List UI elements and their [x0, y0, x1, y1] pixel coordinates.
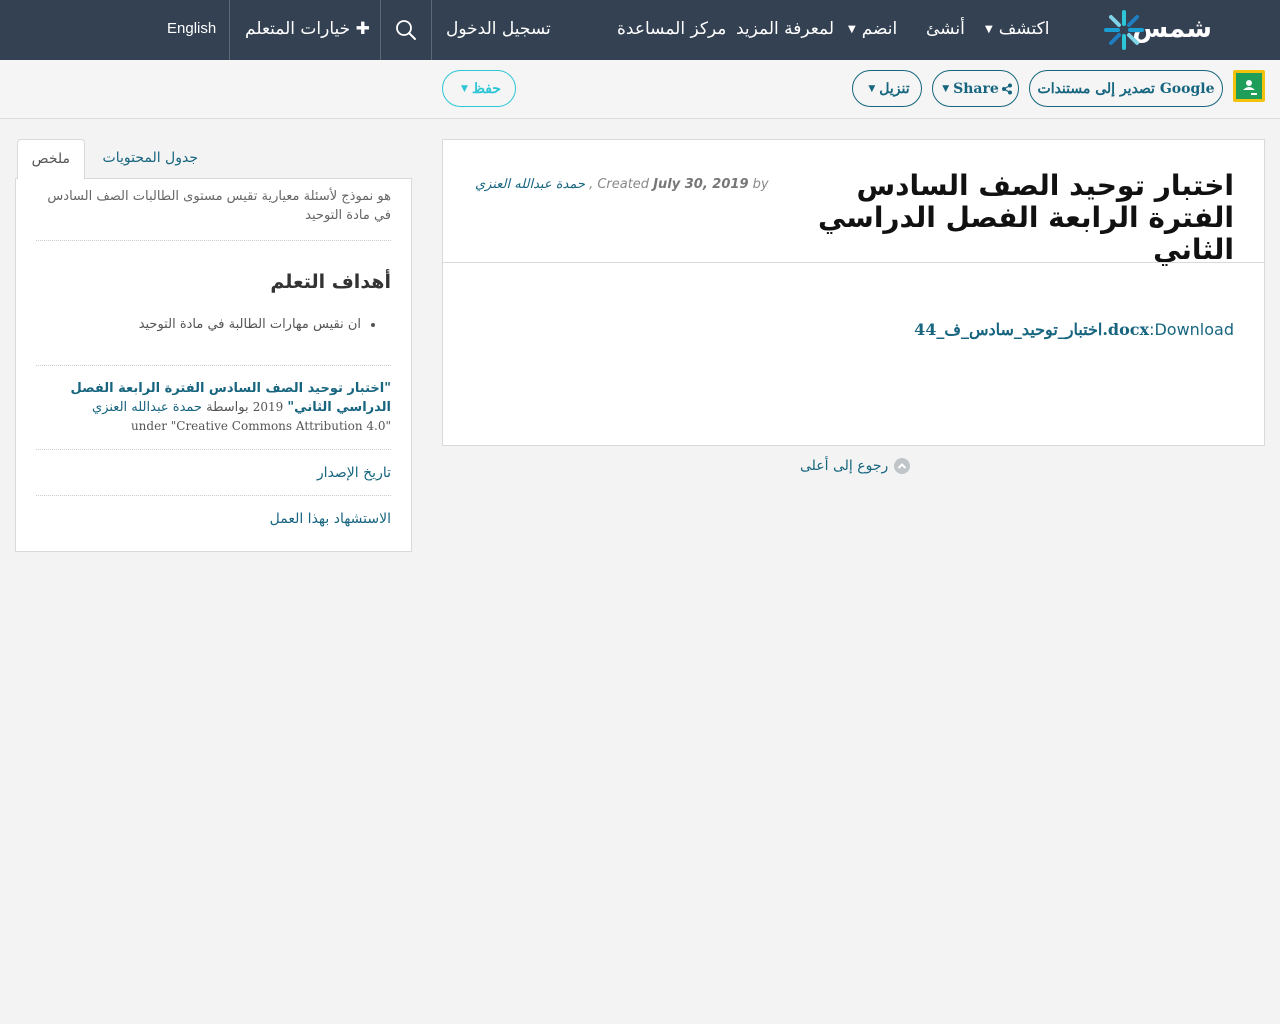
- summary-text: هو نموذج لأسئلة معيارية تقيس مستوى الطال…: [47, 189, 391, 223]
- nav-divider: [380, 0, 381, 60]
- export-google-docs-button[interactable]: تصدير إلى مستندات Google: [1029, 70, 1223, 107]
- tab-summary-label: ملخص: [31, 151, 70, 167]
- back-to-top-link[interactable]: رجوع إلى أعلى: [800, 458, 911, 474]
- divider: [36, 449, 391, 450]
- tab-summary[interactable]: ملخص: [16, 139, 85, 180]
- plus-icon: ✚: [355, 19, 370, 39]
- card-divider: [443, 262, 1264, 263]
- nav-discover[interactable]: ▼ اكتشف: [985, 0, 1049, 60]
- nav-divider: [229, 0, 230, 60]
- share-label: Share: [953, 80, 999, 97]
- file-download-link[interactable]: اختبار_توحيد_سادس_ف_44.docx: [914, 320, 1149, 339]
- download-line: اختبار_توحيد_سادس_ف_44.docx:Download: [914, 320, 1234, 339]
- author-link[interactable]: حمدة عبدالله العنزي: [475, 177, 585, 192]
- save-button[interactable]: ▼ حفظ: [442, 70, 516, 107]
- citation-year: 2019: [252, 400, 284, 414]
- version-history-row: تاريخ الإصدار: [36, 462, 391, 481]
- google-classroom-icon[interactable]: [1233, 70, 1265, 102]
- caret-down-icon: ▼: [461, 83, 468, 94]
- created-label: Created: [597, 177, 650, 192]
- nav-discover-label: اكتشف: [998, 19, 1050, 39]
- nav-learn-more[interactable]: لمعرفة المزيد: [736, 0, 834, 60]
- nav-learner-options-label: خيارات المتعلم: [245, 19, 351, 39]
- sidebar-tabs: ملخص جدول المحتويات: [15, 139, 412, 180]
- tab-contents-label: جدول المحتويات: [102, 150, 198, 166]
- objectives-list: ان نقيس مهارات الطالبة في مادة التوحيد: [36, 317, 391, 332]
- summary-panel: هو نموذج لأسئلة معيارية تقيس مستوى الطال…: [15, 179, 412, 552]
- citation-author-link[interactable]: حمدة عبدالله العنزي: [92, 400, 202, 415]
- nav-learner-options[interactable]: خيارات المتعلم ✚: [245, 0, 374, 60]
- nav-learn-more-label: لمعرفة المزيد: [736, 19, 834, 39]
- download-text: Download: [1154, 320, 1234, 339]
- cite-work-link[interactable]: الاستشهاد بهذا العمل: [270, 511, 391, 527]
- version-history-link[interactable]: تاريخ الإصدار: [317, 465, 391, 481]
- by-label: by: [752, 177, 769, 192]
- share-button[interactable]: ▼ Share: [932, 70, 1019, 107]
- chevron-down-icon: ▼: [985, 24, 993, 35]
- divider: [36, 365, 391, 366]
- caret-down-icon: ▼: [868, 83, 876, 94]
- share-icon: [1001, 83, 1012, 94]
- back-to-top-label: رجوع إلى أعلى: [800, 458, 889, 474]
- resource-card: اختبار توحيد الصف السادس الفترة الرابعة …: [442, 139, 1265, 446]
- classroom-person-icon: [1243, 80, 1257, 95]
- download-label: تنزيل: [879, 80, 910, 97]
- nav-create[interactable]: أنشئ: [926, 0, 965, 60]
- top-navbar: شمس ▼ اكتشف أنشئ ▼ انضم لمعرفة المزيد مركز…: [0, 0, 1280, 60]
- language-switch[interactable]: English: [167, 0, 216, 60]
- caret-down-icon: ▼: [942, 83, 950, 94]
- divider: [36, 240, 391, 241]
- search-button[interactable]: [381, 0, 431, 60]
- site-logo[interactable]: شمس: [1102, 6, 1212, 54]
- resource-toolbar: تصدير إلى مستندات Google ▼ Share ▼ تنزيل…: [0, 60, 1280, 119]
- resource-byline: حمدة عبدالله العنزي , Created July 30, 2…: [475, 177, 769, 192]
- citation-by: بواسطة: [206, 400, 249, 415]
- divider: [36, 495, 391, 496]
- created-date: July 30, 2019: [653, 177, 749, 192]
- language-label: English: [167, 20, 217, 37]
- resource-title: اختبار توحيد الصف السادس الفترة الرابعة …: [817, 169, 1234, 266]
- nav-help-center[interactable]: مركز المساعدة: [617, 0, 726, 60]
- nav-divider: [431, 0, 432, 60]
- citation-block: "اختبار توحيد الصف السادس الفترة الرابعة…: [36, 379, 392, 436]
- nav-sign-in[interactable]: تسجيل الدخول: [446, 0, 551, 60]
- objectives-heading: أهداف التعلم: [270, 271, 391, 293]
- export-google-docs-label: تصدير إلى مستندات Google: [1037, 80, 1215, 97]
- chevron-up-circle-icon: [894, 458, 911, 474]
- search-icon: [396, 20, 416, 40]
- tab-contents[interactable]: جدول المحتويات: [89, 139, 212, 179]
- nav-sign-in-label: تسجيل الدخول: [446, 19, 551, 39]
- chevron-down-icon: ▼: [848, 24, 856, 35]
- nav-join[interactable]: ▼ انضم: [848, 0, 897, 60]
- sun-logo-icon: [1104, 10, 1144, 50]
- nav-create-label: أنشئ: [926, 19, 965, 39]
- objective-item: ان نقيس مهارات الطالبة في مادة التوحيد: [36, 317, 361, 332]
- cite-work-row: الاستشهاد بهذا العمل: [36, 508, 391, 527]
- nav-help-center-label: مركز المساعدة: [617, 19, 727, 39]
- citation-license: under "Creative Commons Attribution 4.0": [130, 419, 391, 433]
- nav-join-label: انضم: [861, 19, 898, 39]
- save-label: حفظ: [471, 80, 501, 97]
- download-button[interactable]: ▼ تنزيل: [852, 70, 922, 107]
